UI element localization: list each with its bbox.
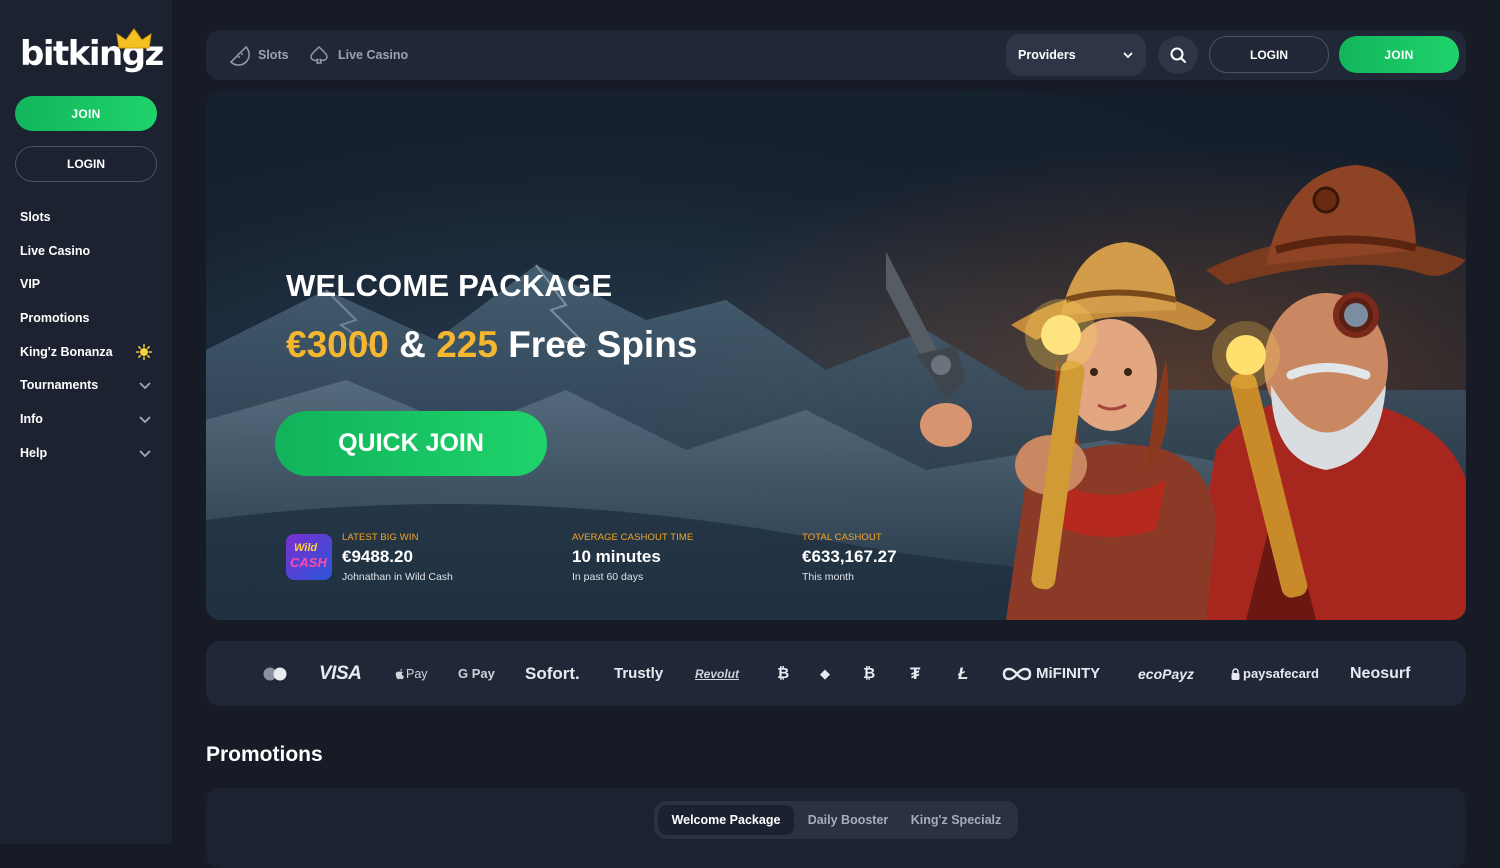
sidebar: bitkingz JOIN LOGIN Slots Live Casino VI…	[0, 0, 172, 844]
stat-subtext: Johnathan in Wild Cash	[342, 571, 453, 583]
brand-logo[interactable]: bitkingz	[20, 28, 164, 80]
hero-connector: &	[399, 324, 426, 365]
apple-pay-label: Pay	[406, 666, 428, 681]
thumb-text-line2: CASH	[290, 555, 327, 570]
sidebar-item-info[interactable]: Info	[20, 402, 152, 436]
watermelon-icon	[229, 45, 250, 66]
mastercard-logo	[262, 641, 288, 706]
stat-value: €9488.20	[342, 547, 413, 566]
sidebar-item-label: Live Casino	[20, 243, 91, 258]
providers-label: Providers	[1018, 48, 1076, 62]
sidebar-item-kingz-bonanza[interactable]: King'z Bonanza	[20, 335, 152, 369]
stat-average-cashout-time: AVERAGE CASHOUT TIME 10 minutes In past …	[572, 532, 693, 583]
chevron-down-icon	[139, 416, 151, 424]
stat-label: TOTAL CASHOUT	[802, 532, 882, 543]
lock-icon	[1231, 667, 1240, 680]
paysafecard-logo: paysafecard	[1231, 641, 1319, 706]
hero-characters-illustration	[886, 165, 1466, 620]
apple-icon	[395, 668, 404, 679]
top-bar: Slots Live Casino Providers LOGIN JOIN	[206, 30, 1466, 80]
stat-subtext: This month	[802, 571, 854, 583]
sidebar-item-label: Help	[20, 445, 48, 460]
topbar-slots-link[interactable]: Slots	[228, 30, 289, 80]
sidebar-nav: Slots Live Casino VIP Promotions King'z …	[20, 200, 152, 470]
stat-subtext: In past 60 days	[572, 571, 644, 583]
google-pay-logo: G Pay	[458, 666, 495, 681]
sidebar-item-label: Info	[20, 411, 43, 426]
chevron-down-icon	[139, 382, 151, 390]
sidebar-item-tournaments[interactable]: Tournaments	[20, 368, 152, 402]
hero-spins-label: Free Spins	[508, 324, 698, 365]
ecopayz-logo: ecoPayz	[1138, 665, 1195, 682]
sidebar-item-label: King'z Bonanza	[20, 344, 113, 359]
wild-cash-game-thumbnail[interactable]: Wild CASH	[286, 534, 332, 580]
tab-kingz-specialz[interactable]: King'z Specialz	[902, 805, 1010, 835]
spade-icon	[310, 45, 328, 64]
stat-label: AVERAGE CASHOUT TIME	[572, 532, 694, 543]
sidebar-item-vip[interactable]: VIP	[20, 267, 152, 301]
mifinity-label: MiFINITY	[1036, 665, 1101, 682]
sidebar-item-label: VIP	[20, 277, 41, 292]
apple-pay-logo: Pay	[395, 641, 428, 706]
sidebar-item-label: Slots	[20, 209, 51, 224]
sidebar-join-button[interactable]: JOIN	[15, 96, 157, 131]
tether-logo: ₮	[910, 663, 921, 683]
visa-logo: VISA	[319, 662, 362, 684]
topbar-live-casino-link[interactable]: Live Casino	[308, 30, 408, 80]
hero-title: WELCOME PACKAGE	[286, 268, 613, 303]
infinity-icon	[1002, 667, 1032, 680]
bitcoin-logo: ₿	[777, 665, 790, 682]
tab-daily-booster[interactable]: Daily Booster	[798, 805, 898, 835]
bitcoin-cash-logo: ₿	[863, 665, 876, 682]
revolut-logo: Revolut	[695, 666, 740, 681]
chevron-down-icon	[1123, 52, 1133, 59]
ethereum-logo: ◆	[820, 665, 830, 681]
mastercard-icon	[263, 667, 287, 680]
topbar-live-casino-label: Live Casino	[338, 48, 409, 62]
quick-join-button[interactable]: QUICK JOIN	[275, 411, 547, 476]
sidebar-item-help[interactable]: Help	[20, 436, 152, 470]
promotions-heading: Promotions	[206, 743, 323, 766]
promotions-panel: Welcome Package Daily Booster King'z Spe…	[206, 788, 1466, 868]
crown-icon	[116, 28, 152, 49]
hero-offer: €3000 & 225 Free Spins	[286, 324, 697, 366]
trustly-logo: Trustly	[614, 665, 664, 682]
stat-latest-big-win: LATEST BIG WIN €9488.20 Johnathan in Wil…	[342, 532, 453, 583]
hero-amount: €3000	[286, 324, 389, 365]
stat-label: LATEST BIG WIN	[342, 532, 419, 543]
promotions-tabs: Welcome Package Daily Booster King'z Spe…	[654, 801, 1018, 839]
stat-value: €633,167.27	[802, 547, 897, 566]
sidebar-item-live-casino[interactable]: Live Casino	[20, 234, 152, 268]
sidebar-item-slots[interactable]: Slots	[20, 200, 152, 234]
topbar-join-button[interactable]: JOIN	[1339, 36, 1459, 73]
search-icon	[1170, 47, 1186, 63]
hero-banner: WELCOME PACKAGE €3000 & 225 Free Spins Q…	[206, 90, 1466, 620]
sidebar-item-label: Promotions	[20, 310, 90, 325]
chevron-down-icon	[139, 450, 151, 458]
search-button[interactable]	[1158, 36, 1198, 74]
stat-total-cashout: TOTAL CASHOUT €633,167.27 This month	[802, 532, 897, 583]
topbar-slots-label: Slots	[258, 48, 289, 62]
sidebar-item-label: Tournaments	[20, 378, 99, 393]
sidebar-item-promotions[interactable]: Promotions	[20, 301, 152, 335]
mifinity-logo: MiFINITY	[1001, 641, 1100, 706]
topbar-login-button[interactable]: LOGIN	[1209, 36, 1329, 73]
hero-spins-count: 225	[436, 324, 498, 365]
sidebar-login-button[interactable]: LOGIN	[15, 146, 157, 182]
sun-icon	[136, 343, 152, 360]
thumb-text-line1: Wild	[294, 542, 318, 554]
litecoin-logo: Ł	[958, 663, 969, 683]
stat-value: 10 minutes	[572, 547, 661, 566]
payment-methods-bar: VISA Pay G Pay Sofort. Trustly Revolut ₿…	[206, 641, 1466, 706]
neosurf-logo: Neosurf	[1350, 664, 1411, 682]
providers-dropdown[interactable]: Providers	[1006, 34, 1146, 76]
tab-welcome-package[interactable]: Welcome Package	[658, 805, 794, 835]
paysafecard-label: paysafecard	[1243, 666, 1319, 681]
sofort-logo: Sofort.	[525, 663, 580, 683]
